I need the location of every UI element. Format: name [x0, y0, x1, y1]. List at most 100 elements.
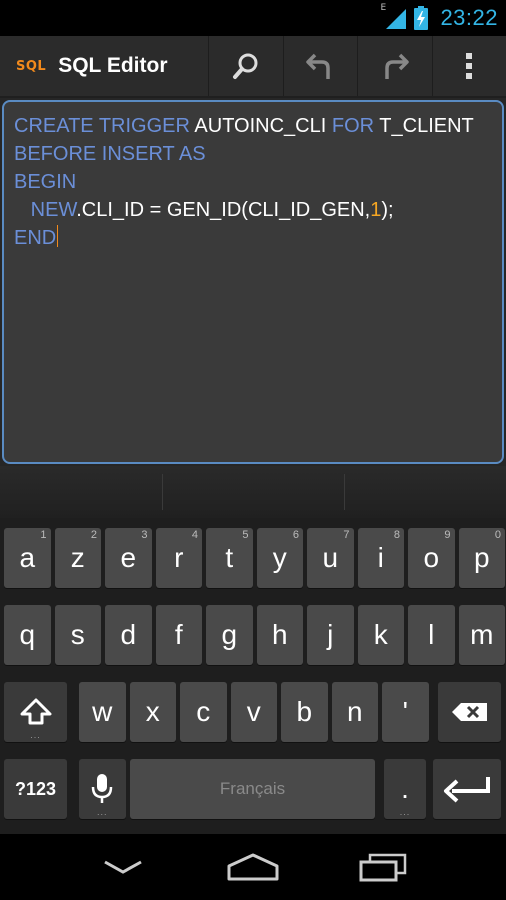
key-n[interactable]: n — [331, 682, 378, 742]
key-hint: 6 — [292, 529, 299, 541]
home-icon — [227, 853, 279, 881]
key-s[interactable]: s — [54, 605, 101, 665]
undo-icon — [306, 53, 330, 79]
key-label: p — [473, 542, 490, 573]
key-label: b — [296, 696, 313, 727]
key-z[interactable]: z2 — [54, 528, 101, 588]
key-t[interactable]: t5 — [206, 528, 253, 588]
key-label: f — [174, 619, 183, 650]
key-label: d — [120, 619, 137, 650]
key-a[interactable]: a1 — [4, 528, 51, 588]
undo-button[interactable] — [282, 36, 358, 96]
code-text: AUTOINC_CLI — [194, 115, 332, 137]
key-hint: 3 — [141, 529, 148, 541]
key-hint: 4 — [191, 529, 198, 541]
key-label: x — [145, 696, 160, 727]
overflow-menu-icon — [466, 53, 473, 79]
key-q[interactable]: q — [4, 605, 51, 665]
key-label: e — [120, 542, 137, 573]
battery-icon — [414, 6, 429, 30]
key-j[interactable]: j — [307, 605, 354, 665]
key-g[interactable]: g — [206, 605, 253, 665]
key-f[interactable]: f — [155, 605, 202, 665]
code-line: BEFORE INSERT AS — [14, 140, 492, 168]
action-bar: SQL SQL Editor — [0, 36, 506, 98]
key-o[interactable]: o9 — [408, 528, 455, 588]
sql-keyword: BEFORE INSERT AS — [14, 143, 206, 165]
key-hint: 0 — [494, 529, 501, 541]
key-label: l — [428, 619, 435, 650]
backspace-icon — [451, 703, 487, 721]
key-label: k — [373, 619, 388, 650]
code-text: T_CLIENT — [379, 115, 474, 137]
code-line: BEGIN — [14, 168, 492, 196]
sql-keyword: NEW — [30, 199, 77, 221]
search-button[interactable] — [208, 36, 283, 96]
key-label: r — [174, 542, 184, 573]
recent-apps-button[interactable] — [343, 847, 423, 887]
key-x[interactable]: x — [129, 682, 176, 742]
code-line: END — [14, 224, 492, 252]
sql-keyword: END — [14, 227, 57, 249]
key-i[interactable]: i8 — [357, 528, 404, 588]
key-b[interactable]: b — [281, 682, 328, 742]
key-label: n — [346, 696, 363, 727]
key-label: g — [221, 619, 238, 650]
period-key[interactable]: .... — [384, 759, 426, 819]
sql-editor[interactable]: CREATE TRIGGER AUTOINC_CLI FOR T_CLIENT B… — [2, 100, 504, 464]
space-key[interactable]: Français — [130, 759, 375, 819]
suggestion-strip[interactable] — [0, 466, 506, 518]
sql-keyword: FOR — [331, 115, 380, 137]
key-label: z — [70, 542, 85, 573]
code-text: .CLI_ID = GEN_ID(CLI_ID_GEN, — [76, 199, 371, 221]
key-label: j — [327, 619, 334, 650]
voice-input-key[interactable]: ... — [79, 759, 126, 819]
shift-key[interactable]: ... — [4, 682, 67, 742]
status-bar: E 23:22 — [0, 0, 506, 36]
key-e[interactable]: e3 — [105, 528, 152, 588]
key-apostrophe[interactable]: ' — [382, 682, 429, 742]
collapse-keyboard-icon — [104, 860, 142, 874]
key-label: i — [377, 542, 384, 573]
navigation-bar — [0, 834, 506, 900]
key-label: s — [70, 619, 85, 650]
enter-icon — [444, 777, 490, 803]
microphone-icon — [92, 774, 113, 803]
key-label: c — [196, 696, 211, 727]
suggestion-divider — [162, 474, 163, 510]
key-w[interactable]: w — [79, 682, 126, 742]
more-keys-indicator: ... — [30, 730, 41, 740]
key-label: ' — [402, 696, 408, 727]
enter-key[interactable] — [433, 759, 501, 819]
key-k[interactable]: k — [357, 605, 404, 665]
app-title-area[interactable]: SQL SQL Editor — [0, 36, 208, 96]
key-hint: 1 — [40, 529, 47, 541]
key-label: h — [271, 619, 288, 650]
key-y[interactable]: y6 — [256, 528, 303, 588]
key-p[interactable]: p0 — [458, 528, 505, 588]
key-l[interactable]: l — [408, 605, 455, 665]
redo-button[interactable] — [357, 36, 432, 96]
sql-keyword: BEGIN — [14, 171, 77, 193]
code-text: ); — [381, 199, 394, 221]
key-h[interactable]: h — [256, 605, 303, 665]
sql-number: 1 — [370, 199, 382, 221]
back-button[interactable] — [83, 847, 163, 887]
symbols-key[interactable]: ?123 — [4, 759, 67, 819]
backspace-key[interactable] — [438, 682, 501, 742]
key-c[interactable]: c — [180, 682, 227, 742]
key-label: o — [423, 542, 440, 573]
key-m[interactable]: m — [458, 605, 505, 665]
soft-keyboard: a 1 z 2 e 3 r 4 t 5 y 6 u 7 i 8 o 9 p 0 q s d f g h j k l m... w x c v b n '… — [0, 466, 506, 834]
key-hint: 5 — [242, 529, 249, 541]
key-v[interactable]: v — [230, 682, 277, 742]
network-type: E — [380, 3, 387, 13]
key-r[interactable]: r4 — [155, 528, 202, 588]
redo-icon — [385, 53, 409, 79]
overflow-menu-button[interactable] — [431, 36, 506, 96]
key-label: q — [19, 619, 36, 650]
key-u[interactable]: u7 — [307, 528, 354, 588]
key-d[interactable]: d — [105, 605, 152, 665]
home-button[interactable] — [213, 847, 293, 887]
